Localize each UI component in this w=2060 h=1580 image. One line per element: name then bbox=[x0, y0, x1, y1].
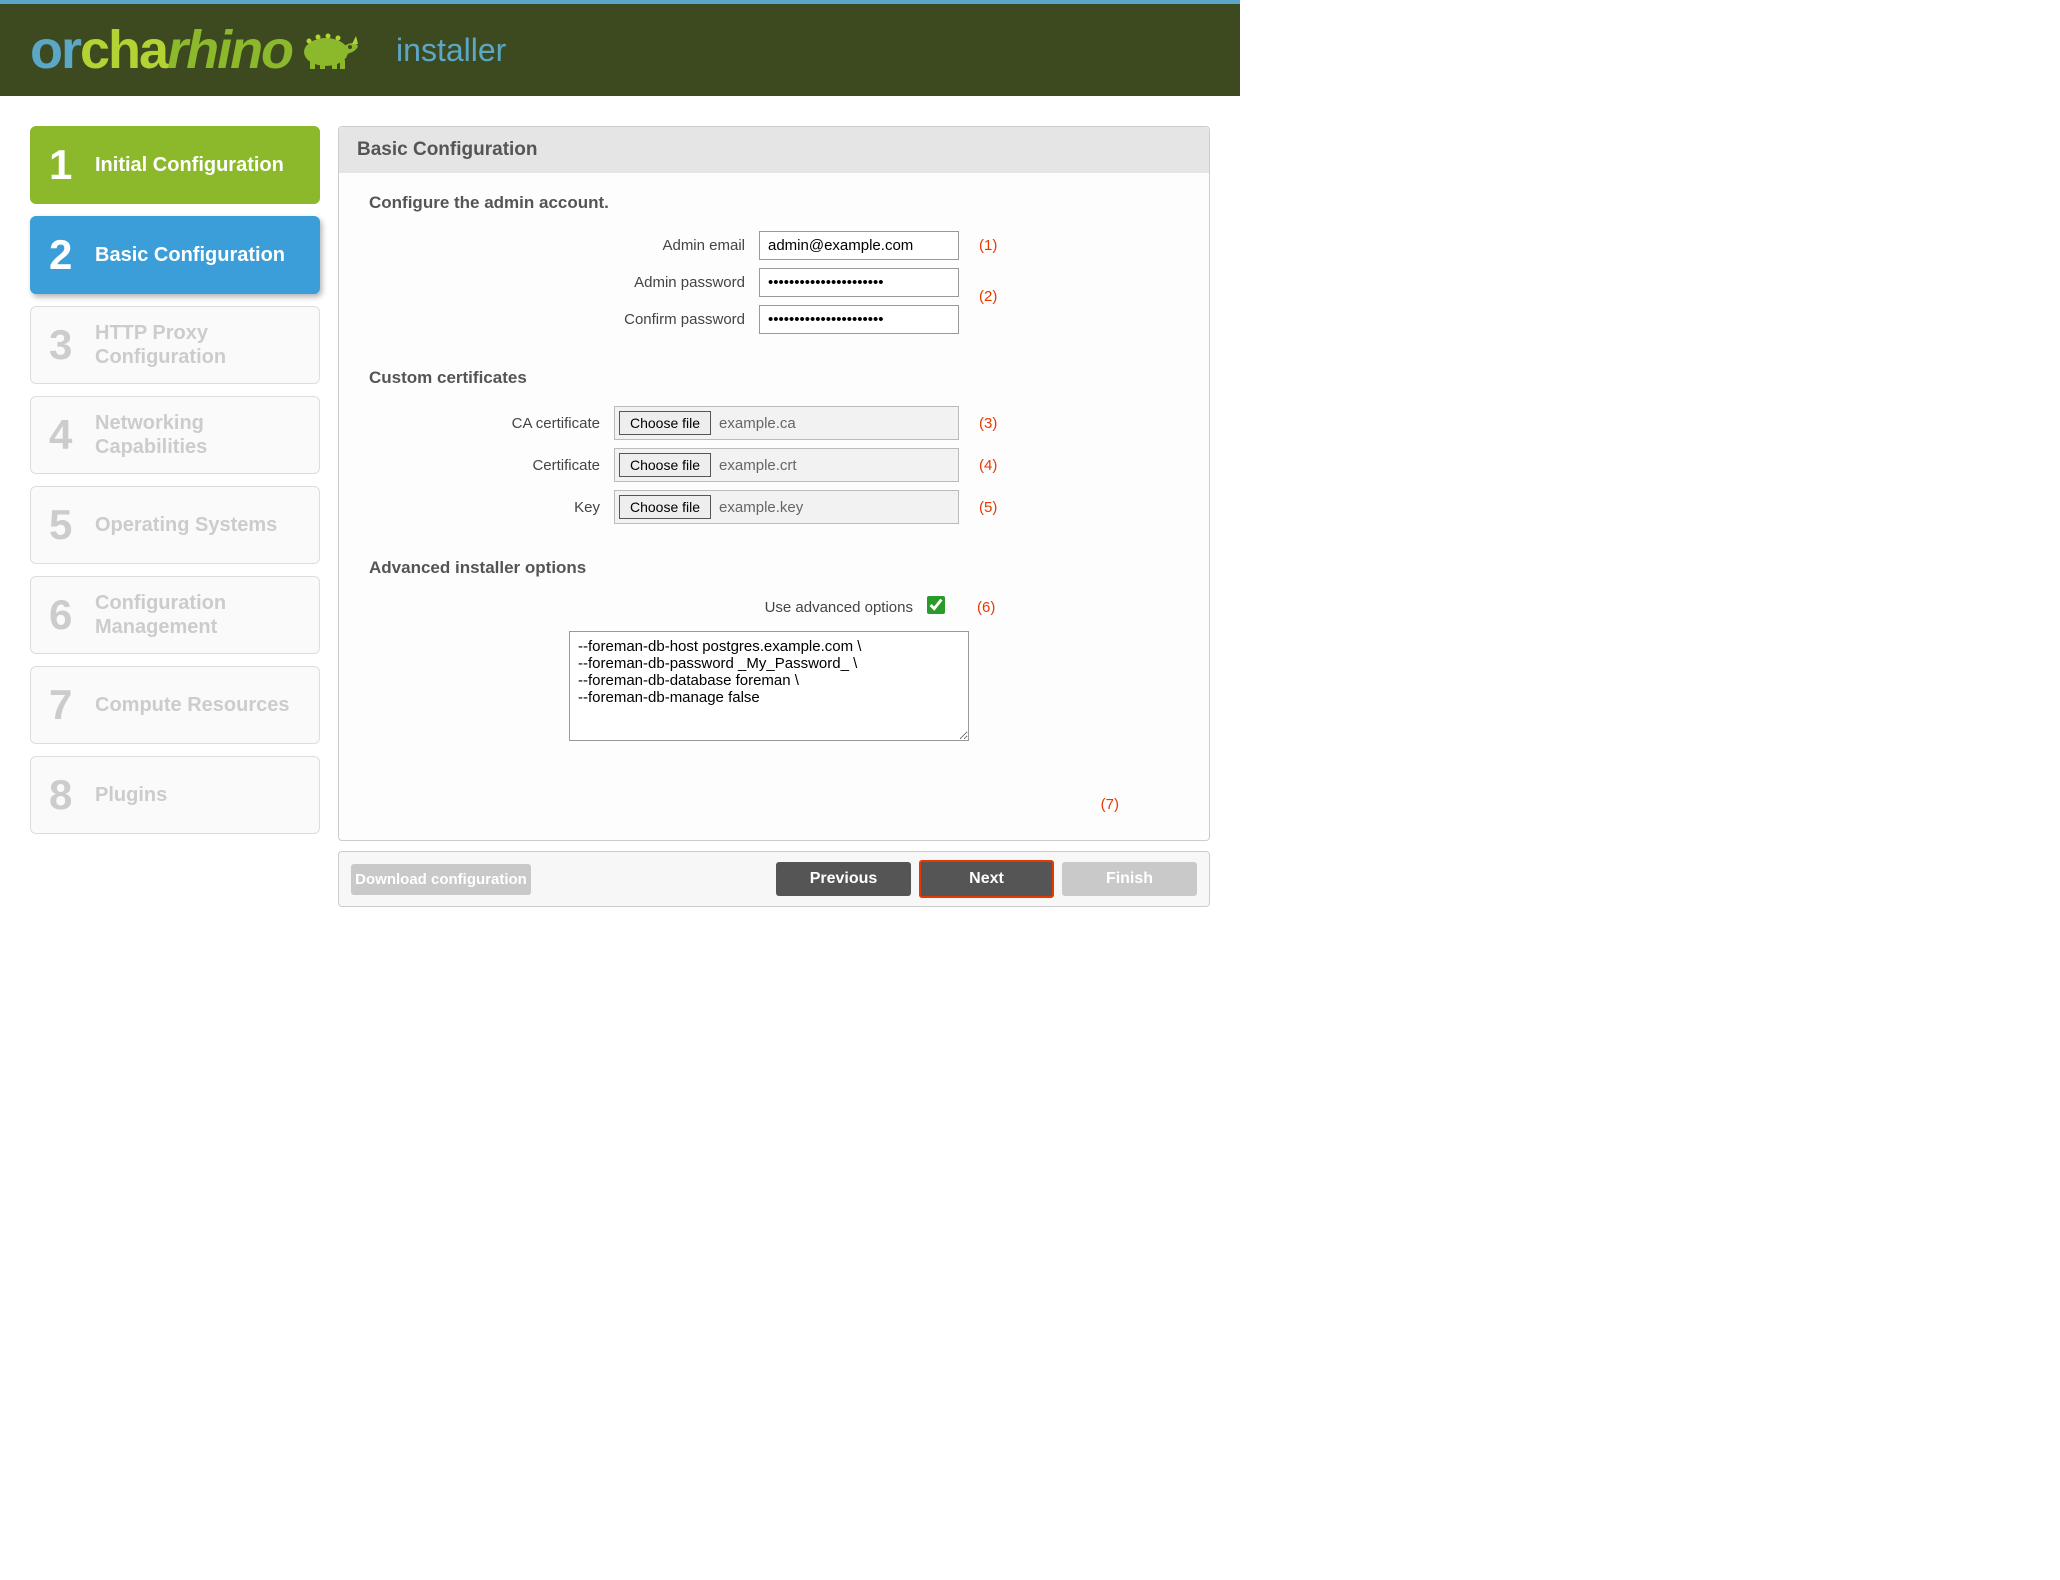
step-initial-configuration[interactable]: 1 Initial Configuration bbox=[30, 126, 320, 204]
cert-choose-file-button[interactable]: Choose file bbox=[619, 453, 711, 477]
ca-cert-file-field: Choose file example.ca bbox=[614, 406, 959, 440]
step-label: Basic Configuration bbox=[95, 243, 285, 267]
row-admin-password: Admin password (2) bbox=[369, 268, 1179, 297]
certificates-section: Custom certificates CA certificate Choos… bbox=[339, 348, 1209, 538]
key-label: Key bbox=[369, 499, 614, 516]
step-label: HTTP Proxy Configuration bbox=[95, 321, 301, 369]
key-file-name: example.key bbox=[715, 499, 803, 516]
ca-choose-file-button[interactable]: Choose file bbox=[619, 411, 711, 435]
annotation-2: (2) bbox=[979, 288, 997, 305]
finish-button[interactable]: Finish bbox=[1062, 862, 1197, 896]
step-label: Networking Capabilities bbox=[95, 411, 301, 459]
step-number: 6 bbox=[49, 591, 81, 639]
config-panel: Basic Configuration Configure the admin … bbox=[338, 126, 1210, 841]
step-label: Configuration Management bbox=[95, 591, 301, 639]
annotation-3: (3) bbox=[979, 415, 997, 432]
navigation-bar: Download configuration Previous Next Fin… bbox=[338, 851, 1210, 907]
step-label: Plugins bbox=[95, 783, 167, 807]
step-networking[interactable]: 4 Networking Capabilities bbox=[30, 396, 320, 474]
logo-text: orcharhino bbox=[30, 19, 292, 81]
admin-password-label: Admin password bbox=[369, 274, 759, 291]
panel-title: Basic Configuration bbox=[339, 127, 1209, 173]
rhino-icon bbox=[296, 26, 366, 75]
annotation-7: (7) bbox=[1101, 796, 1119, 813]
admin-account-section: Configure the admin account. Admin email… bbox=[339, 173, 1209, 348]
certs-section-title: Custom certificates bbox=[369, 368, 1179, 388]
step-number: 2 bbox=[49, 231, 81, 279]
step-http-proxy[interactable]: 3 HTTP Proxy Configuration bbox=[30, 306, 320, 384]
step-number: 3 bbox=[49, 321, 81, 369]
download-configuration-button[interactable]: Download configuration bbox=[351, 864, 531, 895]
use-advanced-label: Use advanced options bbox=[369, 599, 927, 616]
wizard-steps-sidebar: 1 Initial Configuration 2 Basic Configur… bbox=[30, 126, 320, 907]
step-plugins[interactable]: 8 Plugins bbox=[30, 756, 320, 834]
advanced-section-title: Advanced installer options bbox=[369, 558, 1179, 578]
previous-button[interactable]: Previous bbox=[776, 862, 911, 896]
row-confirm-password: Confirm password bbox=[369, 305, 1179, 334]
step-operating-systems[interactable]: 5 Operating Systems bbox=[30, 486, 320, 564]
key-choose-file-button[interactable]: Choose file bbox=[619, 495, 711, 519]
main-panel-column: Basic Configuration Configure the admin … bbox=[338, 126, 1210, 907]
cert-label: Certificate bbox=[369, 457, 614, 474]
step-number: 8 bbox=[49, 771, 81, 819]
row-key: Key Choose file example.key (5) bbox=[369, 490, 1179, 524]
admin-password-input[interactable] bbox=[759, 268, 959, 297]
confirm-password-input[interactable] bbox=[759, 305, 959, 334]
step-number: 5 bbox=[49, 501, 81, 549]
confirm-password-label: Confirm password bbox=[369, 311, 759, 328]
ca-cert-label: CA certificate bbox=[369, 415, 614, 432]
step-compute-resources[interactable]: 7 Compute Resources bbox=[30, 666, 320, 744]
step-configuration-management[interactable]: 6 Configuration Management bbox=[30, 576, 320, 654]
advanced-options-textarea[interactable] bbox=[569, 631, 969, 741]
row-cert: Certificate Choose file example.crt (4) bbox=[369, 448, 1179, 482]
next-button[interactable]: Next bbox=[919, 860, 1054, 898]
admin-email-input[interactable] bbox=[759, 231, 959, 260]
step-number: 7 bbox=[49, 681, 81, 729]
annotation-4: (4) bbox=[979, 457, 997, 474]
step-number: 4 bbox=[49, 411, 81, 459]
logo: orcharhino installer bbox=[30, 19, 506, 81]
step-label: Compute Resources bbox=[95, 693, 290, 717]
advanced-section: Advanced installer options Use advanced … bbox=[339, 538, 1209, 820]
ca-file-name: example.ca bbox=[715, 415, 796, 432]
admin-section-title: Configure the admin account. bbox=[369, 193, 1179, 213]
header: orcharhino installer bbox=[0, 4, 1240, 96]
annotation-5: (5) bbox=[979, 499, 997, 516]
admin-email-label: Admin email bbox=[369, 237, 759, 254]
cert-file-field: Choose file example.crt bbox=[614, 448, 959, 482]
step-basic-configuration[interactable]: 2 Basic Configuration bbox=[30, 216, 320, 294]
cert-file-name: example.crt bbox=[715, 457, 797, 474]
row-admin-email: Admin email (1) bbox=[369, 231, 1179, 260]
step-label: Initial Configuration bbox=[95, 153, 284, 177]
row-use-advanced: Use advanced options (6) bbox=[369, 596, 1179, 619]
row-ca-cert: CA certificate Choose file example.ca (3… bbox=[369, 406, 1179, 440]
key-file-field: Choose file example.key bbox=[614, 490, 959, 524]
use-advanced-checkbox[interactable] bbox=[927, 596, 945, 614]
main-container: 1 Initial Configuration 2 Basic Configur… bbox=[0, 96, 1240, 907]
step-label: Operating Systems bbox=[95, 513, 277, 537]
annotation-1: (1) bbox=[979, 237, 997, 254]
annotation-6: (6) bbox=[977, 599, 995, 616]
installer-label: installer bbox=[396, 32, 506, 69]
step-number: 1 bbox=[49, 141, 81, 189]
